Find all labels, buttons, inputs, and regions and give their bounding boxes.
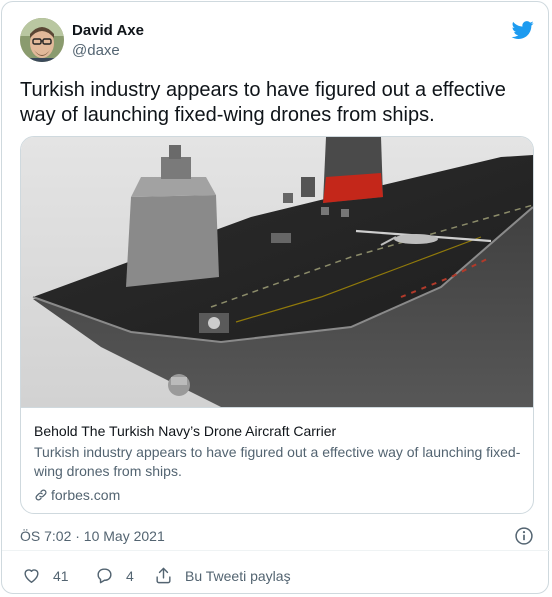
like-count: 41 <box>53 567 69 584</box>
card-image-drone-carrier[interactable] <box>21 137 533 407</box>
link-preview-card[interactable]: Behold The Turkish Navy’s Drone Aircraft… <box>20 136 534 514</box>
card-title[interactable]: Behold The Turkish Navy’s Drone Aircraft… <box>34 423 524 439</box>
card-divider <box>21 407 533 408</box>
info-icon[interactable] <box>514 526 534 546</box>
tweet-text: Turkish industry appears to have figured… <box>20 79 506 126</box>
card-domain-text: forbes.com <box>51 487 121 503</box>
card-description[interactable]: Turkish industry appears to have figured… <box>34 443 524 481</box>
like-button[interactable]: 41 <box>22 566 69 585</box>
reply-button[interactable]: 4 <box>95 566 134 585</box>
link-icon <box>35 489 47 501</box>
heart-icon <box>24 569 39 583</box>
avatar-photo <box>20 18 64 62</box>
tweet-timestamp[interactable]: ÖS 7:02 · 10 May 2021 <box>20 528 165 544</box>
reply-count: 4 <box>126 567 134 584</box>
tweet-action-bar: 41 4 Bu Tweeti paylaş <box>2 550 550 596</box>
author-display-name[interactable]: David Axe <box>72 22 144 39</box>
share-label: Bu Tweeti paylaş <box>185 567 291 584</box>
share-icon <box>156 567 171 584</box>
author-handle[interactable]: @daxe <box>72 42 120 59</box>
avatar[interactable] <box>20 18 64 62</box>
twitter-bird-icon[interactable] <box>511 19 535 41</box>
tweet-card[interactable]: David Axe @daxe Turkish industry appears… <box>1 1 550 596</box>
card-domain[interactable]: forbes.com <box>34 487 120 503</box>
reply-bubble-icon <box>97 568 112 584</box>
share-button[interactable]: Bu Tweeti paylaş <box>154 566 291 585</box>
